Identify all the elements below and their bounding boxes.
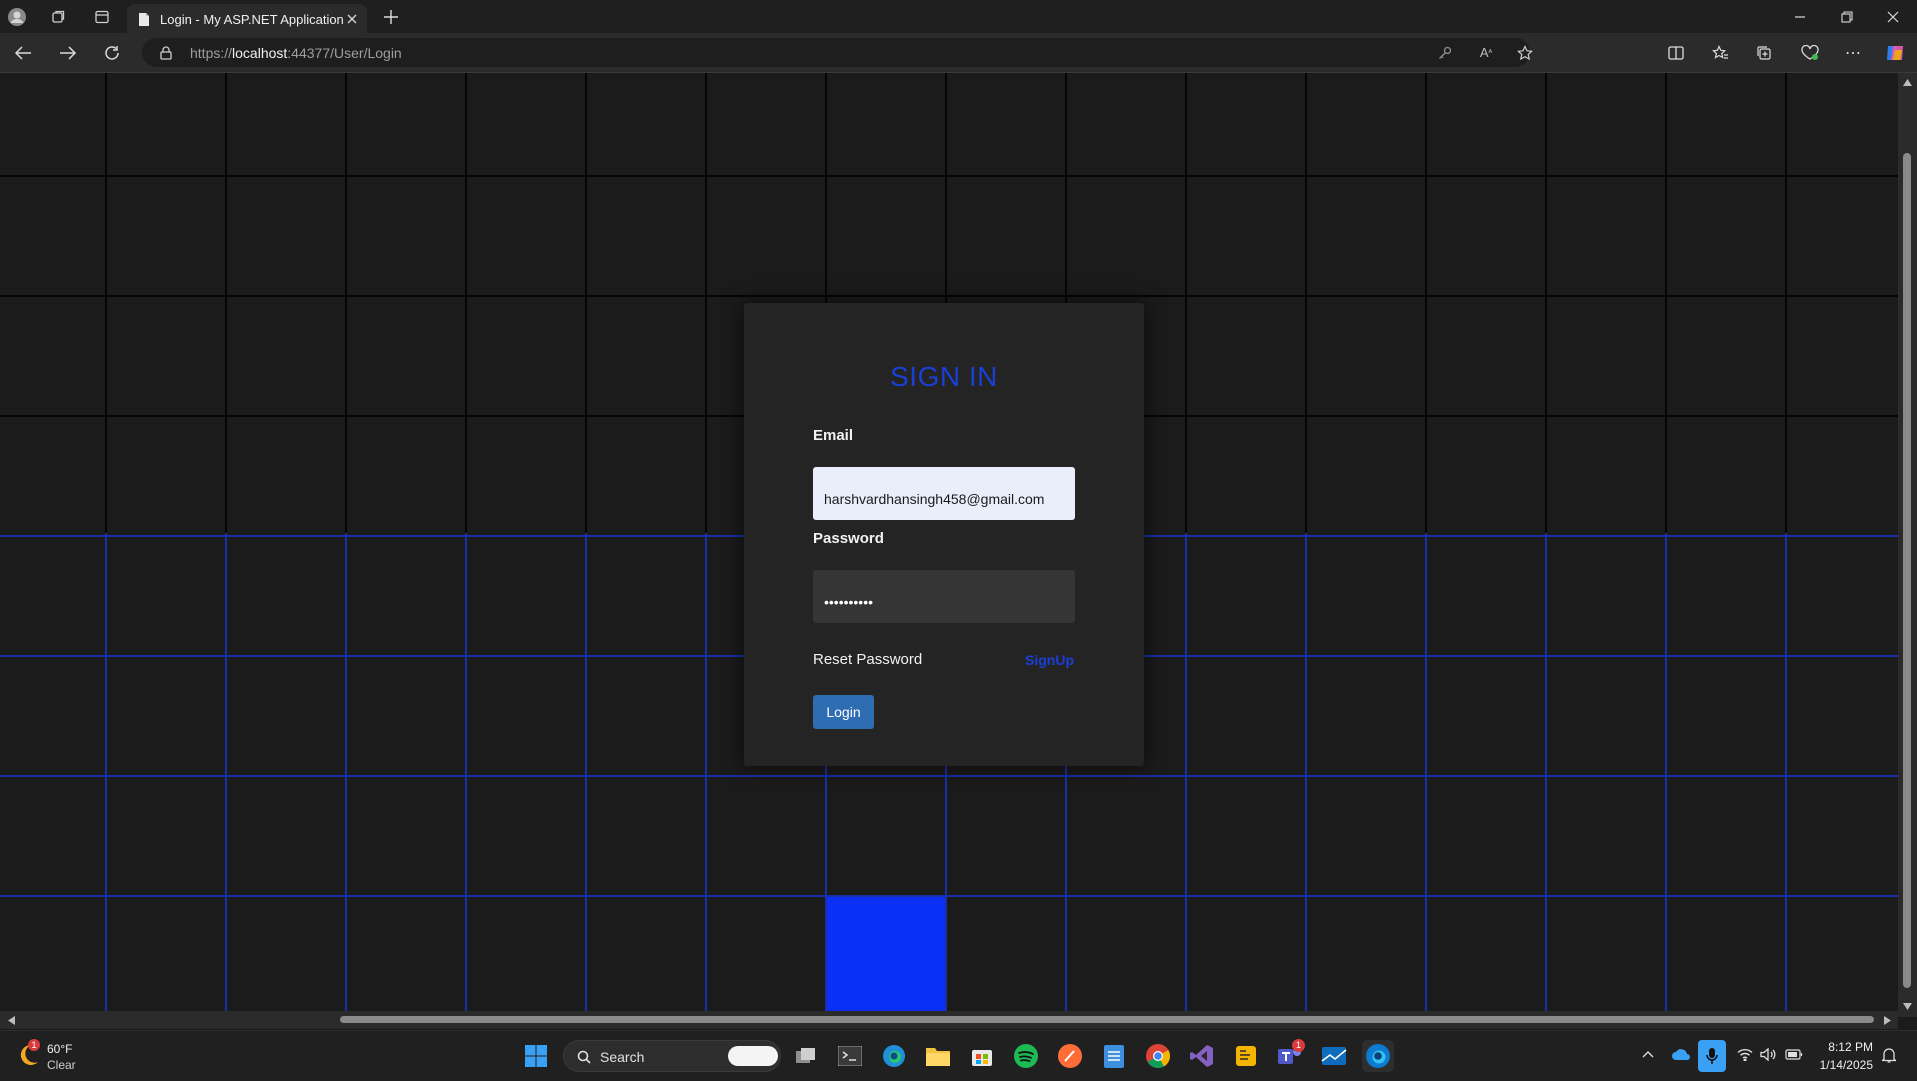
- microphone-icon[interactable]: [1698, 1040, 1726, 1072]
- edge-browser-icon[interactable]: [1362, 1040, 1394, 1072]
- minimize-icon[interactable]: [1790, 7, 1810, 27]
- mail-app-icon[interactable]: [1318, 1040, 1350, 1072]
- edge-dev-icon[interactable]: [878, 1040, 910, 1072]
- tab-title: Login - My ASP.NET Application: [160, 12, 344, 27]
- password-input[interactable]: [813, 570, 1075, 623]
- close-tab-icon[interactable]: [344, 11, 360, 27]
- url-path: :44377/User/Login: [287, 45, 402, 61]
- read-aloud-icon[interactable]: Aᴬ: [1477, 44, 1495, 60]
- browser-essentials-icon[interactable]: [1799, 43, 1821, 63]
- lock-icon[interactable]: [159, 45, 173, 60]
- notification-bell-icon[interactable]: [1880, 1046, 1898, 1064]
- login-button[interactable]: Login: [813, 695, 874, 729]
- file-explorer-icon[interactable]: [922, 1040, 954, 1072]
- file-manager-icon[interactable]: [1230, 1040, 1262, 1072]
- microsoft-store-icon[interactable]: [966, 1040, 998, 1072]
- settings-more-icon[interactable]: ⋯: [1843, 43, 1863, 63]
- copilot-icon[interactable]: [1883, 41, 1907, 65]
- teams-badge: 1: [1292, 1039, 1305, 1052]
- tab-actions-icon[interactable]: [92, 7, 112, 27]
- search-icon: [576, 1049, 592, 1065]
- refresh-icon[interactable]: [102, 43, 122, 63]
- highlighted-grid-cell: [827, 897, 945, 1015]
- vertical-scrollbar[interactable]: [1898, 73, 1917, 1017]
- scroll-left-icon[interactable]: [6, 1015, 16, 1025]
- scroll-right-icon[interactable]: [1882, 1015, 1892, 1025]
- postman-icon[interactable]: [1054, 1040, 1086, 1072]
- wifi-icon[interactable]: [1736, 1046, 1754, 1062]
- battery-icon[interactable]: [1784, 1046, 1804, 1062]
- terminal-icon[interactable]: [834, 1040, 866, 1072]
- workspaces-icon[interactable]: [48, 7, 68, 27]
- close-window-icon[interactable]: [1883, 7, 1903, 27]
- notepad-icon[interactable]: [1098, 1040, 1130, 1072]
- scroll-up-icon[interactable]: [1902, 77, 1913, 87]
- active-tab[interactable]: Login - My ASP.NET Application: [127, 4, 367, 33]
- restore-icon[interactable]: [1837, 7, 1857, 27]
- task-view-icon[interactable]: [790, 1040, 822, 1072]
- profile-icon[interactable]: [6, 6, 28, 28]
- start-button[interactable]: [520, 1040, 552, 1072]
- email-input[interactable]: [813, 467, 1075, 520]
- url-text[interactable]: https://localhost:44377/User/Login: [190, 45, 402, 61]
- reset-password-link[interactable]: Reset Password: [813, 651, 922, 668]
- visual-studio-icon[interactable]: [1186, 1040, 1218, 1072]
- clock-date[interactable]: 1/14/2025: [1820, 1058, 1873, 1072]
- forward-icon[interactable]: [58, 43, 78, 63]
- vertical-scroll-thumb[interactable]: [1903, 153, 1911, 988]
- email-label: Email: [813, 427, 854, 444]
- scroll-down-icon[interactable]: [1902, 1001, 1913, 1011]
- spotify-icon[interactable]: [1010, 1040, 1042, 1072]
- chrome-icon[interactable]: [1142, 1040, 1174, 1072]
- page-favicon-icon: [137, 11, 151, 27]
- sign-in-heading: SIGN IN: [890, 361, 998, 392]
- url-scheme: https://: [190, 45, 233, 61]
- weather-temperature[interactable]: 60°F: [47, 1042, 72, 1056]
- weather-alert-badge: 1: [28, 1039, 40, 1051]
- browser-toolbar: https://localhost:44377/User/Login Aᴬ ⋯: [0, 33, 1917, 73]
- back-icon[interactable]: [13, 43, 33, 63]
- url-host: localhost: [232, 45, 288, 61]
- horizontal-scrollbar[interactable]: [0, 1011, 1898, 1029]
- horizontal-scroll-thumb[interactable]: [340, 1016, 1874, 1023]
- favorites-icon[interactable]: [1710, 43, 1730, 63]
- tab-bar: Login - My ASP.NET Application: [0, 0, 1917, 33]
- weather-condition[interactable]: Clear: [47, 1058, 76, 1072]
- clock-time[interactable]: 8:12 PM: [1828, 1040, 1873, 1054]
- search-label: Search: [600, 1049, 645, 1065]
- chevron-up-icon[interactable]: [1641, 1047, 1655, 1061]
- split-screen-icon[interactable]: [1666, 43, 1686, 63]
- page-viewport: SIGN IN Email Password Reset Password Si…: [0, 73, 1898, 1017]
- favorite-star-icon[interactable]: [1516, 44, 1534, 62]
- address-bar[interactable]: https://localhost:44377/User/Login Aᴬ: [142, 38, 1533, 67]
- collections-icon[interactable]: [1754, 43, 1774, 63]
- onedrive-icon[interactable]: [1671, 1046, 1691, 1062]
- taskbar: 1 60°F Clear Search 1 8:12 PM 1/14/2025: [0, 1030, 1917, 1081]
- taskbar-search[interactable]: Search: [563, 1040, 781, 1072]
- search-highlight-image[interactable]: [728, 1046, 778, 1066]
- password-key-icon[interactable]: [1437, 45, 1453, 61]
- login-card: SIGN IN Email Password Reset Password Si…: [744, 303, 1144, 766]
- signup-link[interactable]: SignUp: [1025, 652, 1074, 668]
- new-tab-icon[interactable]: [381, 7, 401, 27]
- password-label: Password: [813, 530, 884, 547]
- volume-icon[interactable]: [1759, 1046, 1777, 1062]
